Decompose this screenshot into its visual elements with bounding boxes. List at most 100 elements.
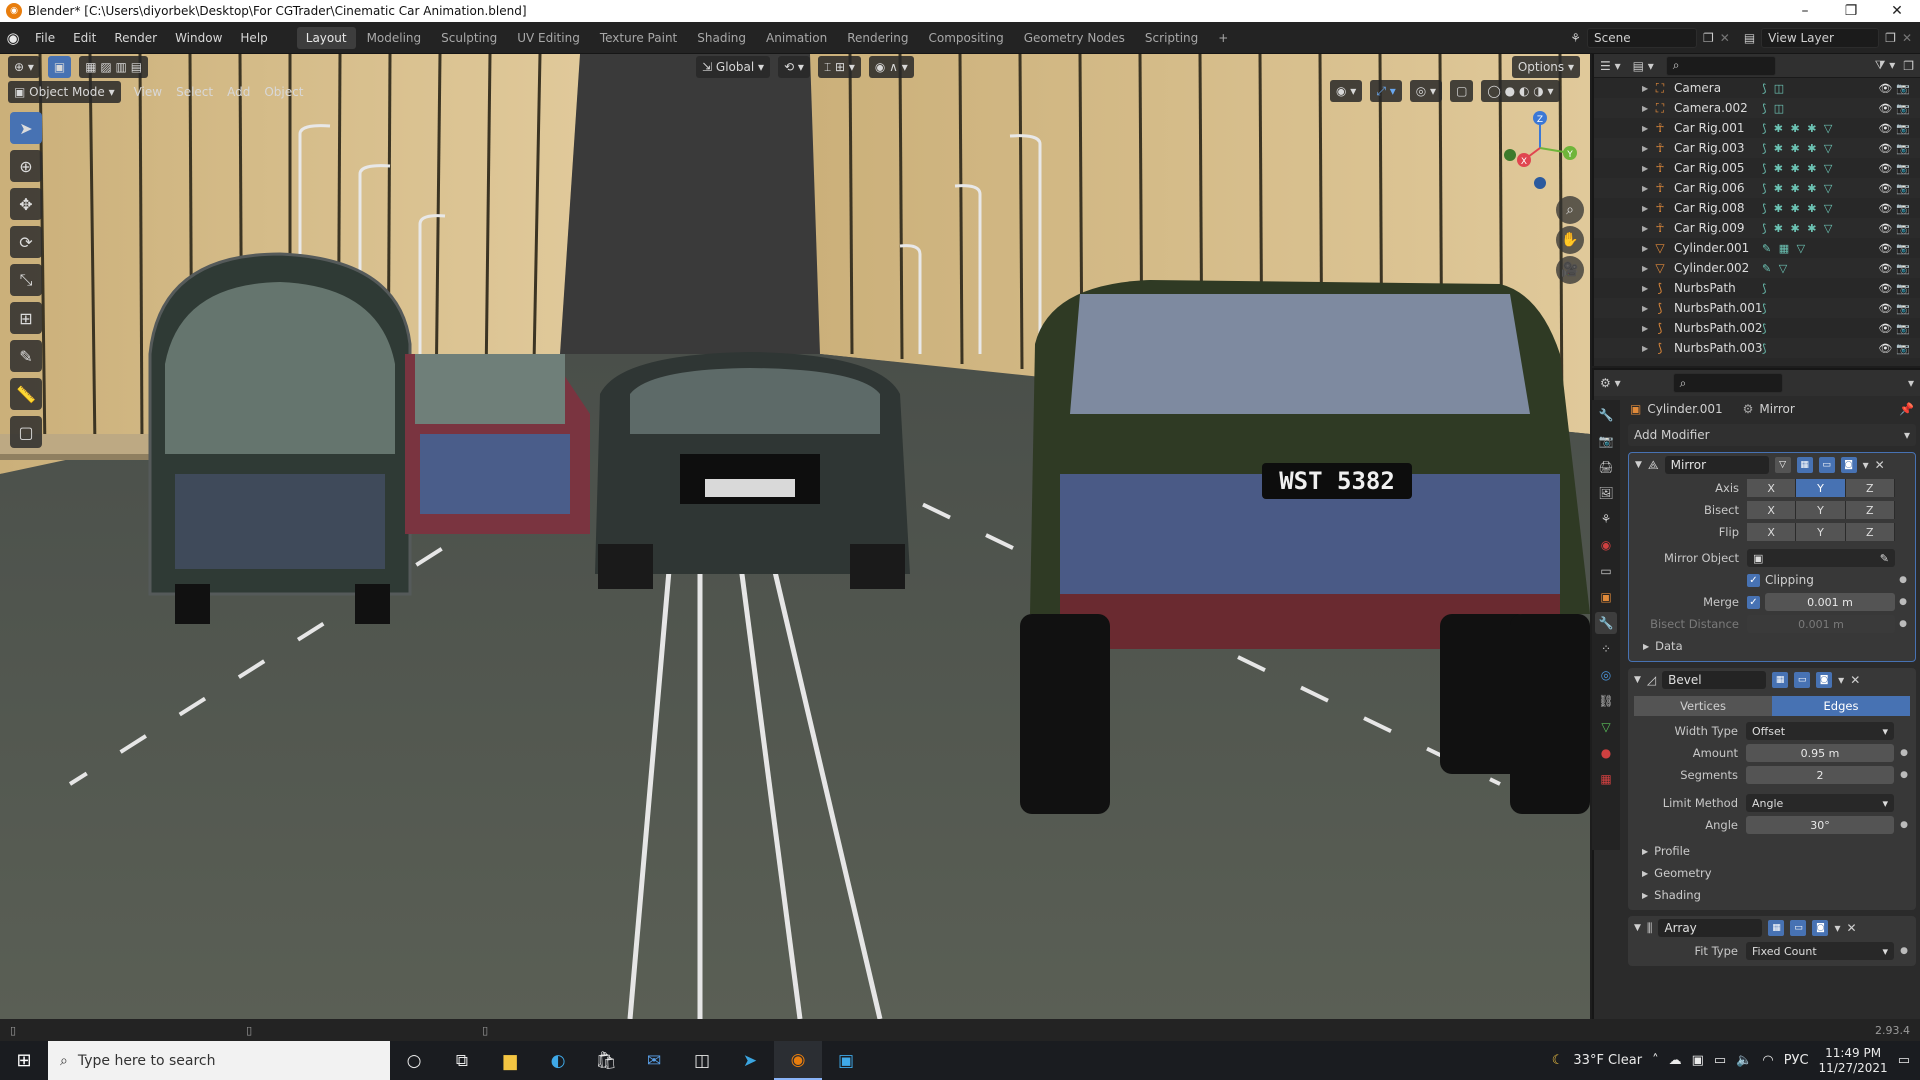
amount-field[interactable]: 0.95 m — [1746, 744, 1894, 762]
volume-icon[interactable]: 🔈 — [1736, 1053, 1752, 1068]
bisect-y[interactable]: Y — [1796, 501, 1846, 519]
outliner-item-name[interactable]: Car Rig.001 — [1674, 121, 1745, 135]
outliner-row[interactable]: ▶ ⟆ NurbsPath.001 ⟆ 👁📷 — [1594, 298, 1920, 318]
outliner-item-data-icons[interactable]: ⟆ — [1762, 322, 1768, 335]
flip-y[interactable]: Y — [1796, 523, 1846, 541]
tab-animation[interactable]: Animation — [757, 27, 836, 49]
physics-tab-icon[interactable]: ◎ — [1595, 664, 1617, 686]
pivot-point-button[interactable]: ⟲ ▾ — [778, 56, 810, 78]
merge-value-field[interactable]: 0.001 m — [1765, 593, 1895, 611]
pin-icon[interactable]: 📌 — [1899, 402, 1914, 416]
visibility-toggle-icons[interactable]: 👁📷 — [1878, 242, 1914, 255]
outliner-row[interactable]: ▶ ⛶ Camera.002 ⟆ ◫ 👁📷 — [1594, 98, 1920, 118]
windows-start-icon[interactable]: ⊞ — [0, 1050, 48, 1071]
outliner-item-name[interactable]: Car Rig.008 — [1674, 201, 1745, 215]
outliner-search-input[interactable]: ⌕ — [1665, 55, 1776, 76]
remove-modifier-icon[interactable]: ✕ — [1846, 921, 1856, 935]
mail-icon[interactable]: ✉ — [630, 1041, 678, 1080]
affect-vertices-button[interactable]: Vertices — [1634, 696, 1772, 716]
delete-view-layer-icon[interactable]: ✕ — [1902, 31, 1912, 45]
visibility-toggle-icons[interactable]: 👁📷 — [1878, 322, 1914, 335]
affect-edges-button[interactable]: Edges — [1772, 696, 1910, 716]
scene-tab-icon[interactable]: ⚘ — [1595, 508, 1617, 530]
width-type-dropdown[interactable]: Offset ▾ — [1746, 722, 1894, 740]
merge-checkbox[interactable]: ✓ — [1747, 595, 1760, 609]
axis-x[interactable]: X — [1747, 479, 1797, 497]
visibility-toggle-icons[interactable]: 👁📷 — [1878, 302, 1914, 315]
microsoft-store-icon[interactable]: 🛍 — [582, 1041, 630, 1080]
collection-tab-icon[interactable]: ▭ — [1595, 560, 1617, 582]
3d-viewport[interactable]: WST 5382 — [0, 54, 1590, 1019]
minimize-button[interactable]: – — [1782, 3, 1828, 19]
outliner-row[interactable]: ▶ ☥ Car Rig.001 ⟆ ✱ ✱ ✱ ▽ 👁📷 — [1594, 118, 1920, 138]
outliner-item-data-icons[interactable]: ⟆ ✱ ✱ ✱ ▽ — [1762, 142, 1834, 155]
outliner-item-name[interactable]: NurbsPath.002 — [1674, 321, 1762, 335]
keyframe-dot-icon[interactable]: ● — [1899, 575, 1907, 585]
outliner-item-name[interactable]: NurbsPath.001 — [1674, 301, 1762, 315]
new-collection-icon[interactable]: ❐ — [1903, 59, 1914, 73]
selection-mode-buttons[interactable]: ▦ ▨ ▥ ▤ — [79, 56, 149, 78]
visibility-icon[interactable]: ◉ ▾ — [1330, 80, 1363, 102]
expand-triangle-icon[interactable]: ▶ — [1642, 264, 1648, 273]
visibility-toggle-icons[interactable]: 👁📷 — [1878, 342, 1914, 355]
expand-triangle-icon[interactable]: ▶ — [1642, 244, 1648, 253]
constraints-tab-icon[interactable]: ⛓ — [1595, 690, 1617, 712]
outliner-row[interactable]: ▶ ☥ Car Rig.009 ⟆ ✱ ✱ ✱ ▽ 👁📷 — [1594, 218, 1920, 238]
tool-tab-icon[interactable]: 🔧 — [1595, 404, 1617, 426]
limit-method-dropdown[interactable]: Angle ▾ — [1746, 794, 1894, 812]
outliner-item-data-icons[interactable]: ⟆ — [1762, 302, 1768, 315]
viewport-menu-view[interactable]: View — [129, 85, 167, 99]
tab-modeling[interactable]: Modeling — [358, 27, 431, 49]
render-icon[interactable]: ◙ — [1816, 672, 1833, 688]
tab-shading[interactable]: Shading — [688, 27, 755, 49]
object-tab-icon[interactable]: ▣ — [1595, 586, 1617, 608]
wifi-icon[interactable]: ◠ — [1762, 1053, 1773, 1068]
outliner-row[interactable]: ▶ ⛶ Camera ⟆ ◫ 👁📷 — [1594, 78, 1920, 98]
modifier-tab-icon[interactable]: 🔧 — [1595, 612, 1617, 634]
keyframe-dot-icon[interactable]: ● — [1900, 946, 1908, 956]
editor-type-button[interactable]: ⊕ ▾ — [8, 56, 40, 78]
snap-toggle[interactable]: ⌶ ⊞ ▾ — [817, 56, 861, 78]
expand-triangle-icon[interactable]: ▶ — [1642, 284, 1648, 293]
pan-hand-icon[interactable]: ✋ — [1556, 226, 1584, 254]
edit-mode-icon[interactable]: ▦ — [1768, 920, 1785, 936]
telegram-icon[interactable]: ➤ — [726, 1041, 774, 1080]
edit-mode-icon[interactable]: ▦ — [1796, 457, 1813, 473]
object-mode-dropdown[interactable]: ▣ Object Mode ▾ — [8, 81, 121, 103]
axis-toggle[interactable]: XYZ — [1747, 479, 1895, 497]
viewport-display-icon[interactable]: ▭ — [1794, 672, 1811, 688]
outliner-item-name[interactable]: Cylinder.002 — [1674, 261, 1749, 275]
outliner-item-data-icons[interactable]: ⟆ ✱ ✱ ✱ ▽ — [1762, 182, 1834, 195]
render-icon[interactable]: ◙ — [1840, 457, 1857, 473]
task-view-icon[interactable]: ⧉ — [438, 1041, 486, 1080]
properties-search-input[interactable]: ⌕ — [1672, 373, 1783, 393]
zoom-icon[interactable]: ⌕ — [1556, 196, 1584, 224]
scene-selector[interactable]: Scene — [1587, 27, 1697, 48]
menu-edit[interactable]: Edit — [64, 31, 105, 45]
visibility-toggle-icons[interactable]: 👁📷 — [1878, 82, 1914, 95]
keyframe-dot-icon[interactable]: ● — [1899, 597, 1907, 607]
expand-triangle-icon[interactable]: ▶ — [1642, 224, 1648, 233]
outliner-editor-icon[interactable]: ☰ ▾ — [1600, 59, 1621, 73]
overlays-toggle-icon[interactable]: ◎ ▾ — [1409, 80, 1443, 102]
transform-orientation-dropdown[interactable]: ⇲ Global ▾ — [696, 56, 771, 78]
tab-sculpting[interactable]: Sculpting — [432, 27, 506, 49]
expand-triangle-icon[interactable]: ▶ — [1642, 124, 1648, 133]
menu-help[interactable]: Help — [231, 31, 276, 45]
scene-browse-icon[interactable]: ⚘ — [1570, 31, 1581, 45]
tab-geometry-nodes[interactable]: Geometry Nodes — [1015, 27, 1134, 49]
flip-x[interactable]: X — [1747, 523, 1797, 541]
view-layer-selector[interactable]: View Layer — [1761, 27, 1880, 48]
outliner-item-name[interactable]: NurbsPath.003 — [1674, 341, 1762, 355]
close-button[interactable]: ✕ — [1874, 3, 1920, 19]
clock[interactable]: 11:49 PM 11/27/2021 — [1819, 1046, 1888, 1076]
angle-field[interactable]: 30° — [1746, 816, 1894, 834]
cursor-tool[interactable]: ⊕ — [10, 150, 42, 182]
on-cage-icon[interactable]: ▽ — [1774, 457, 1791, 473]
move-tool[interactable]: ✥ — [10, 188, 42, 220]
expand-triangle-icon[interactable]: ▶ — [1642, 344, 1648, 353]
tab-uv-editing[interactable]: UV Editing — [508, 27, 589, 49]
expand-triangle-icon[interactable]: ▶ — [1642, 164, 1648, 173]
visibility-toggle-icons[interactable]: 👁📷 — [1878, 222, 1914, 235]
texture-tab-icon[interactable]: ▦ — [1595, 768, 1617, 790]
